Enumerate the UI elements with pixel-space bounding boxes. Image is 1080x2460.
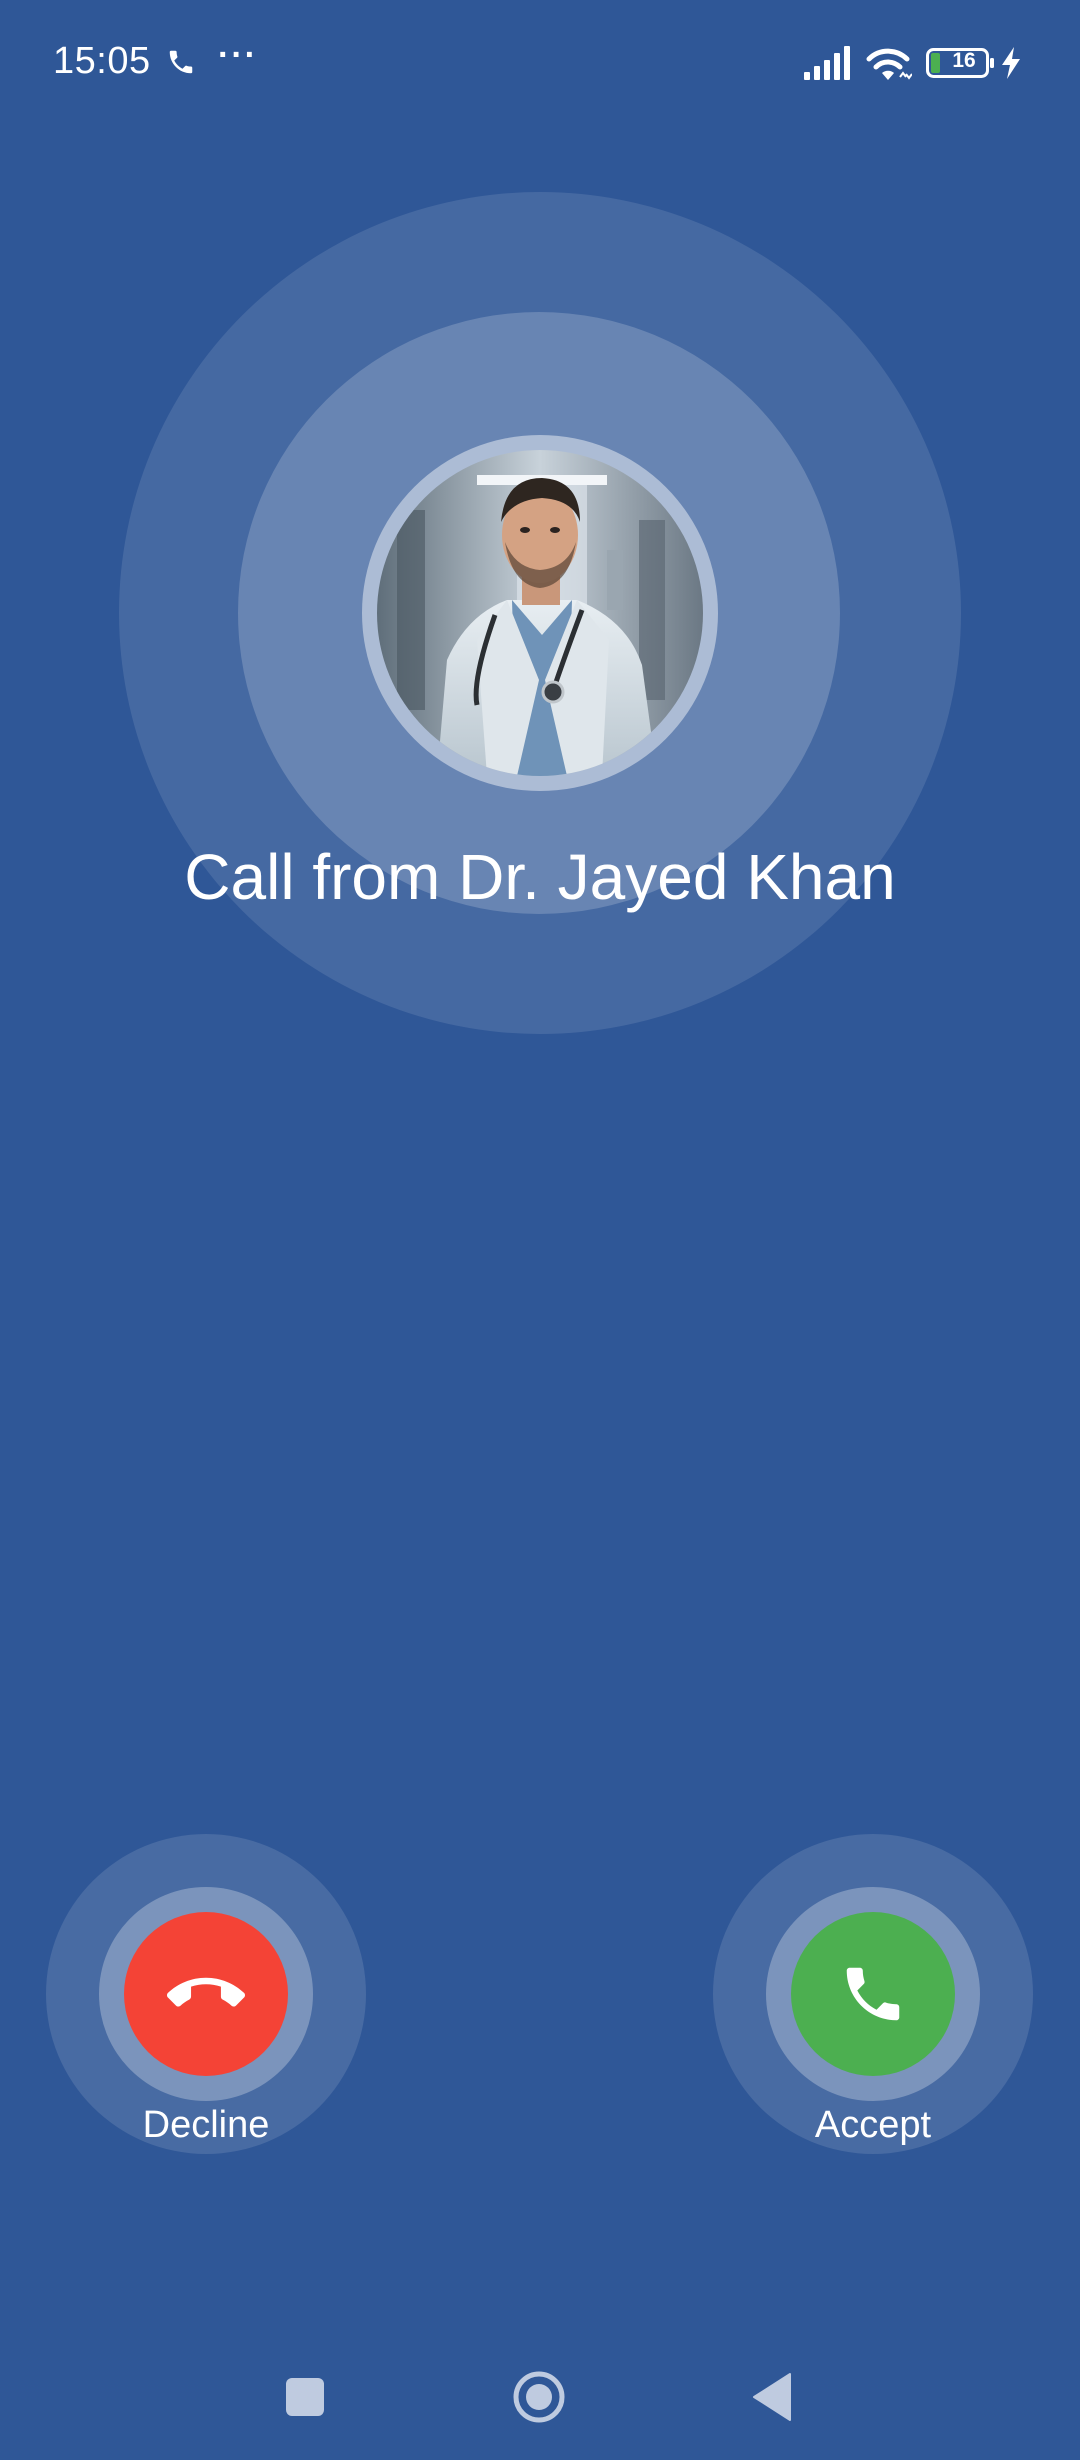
decline-button[interactable]: [124, 1912, 288, 2076]
charging-bolt-icon: [1002, 47, 1020, 79]
caller-label: Call from Dr. Jayed Khan: [184, 841, 896, 913]
phone-answer-icon: [846, 1967, 900, 2021]
accept-button[interactable]: [791, 1912, 955, 2076]
hang-up-icon: [167, 1977, 245, 2007]
status-bar: 15:05 ··· 16: [0, 0, 1080, 130]
more-notifications-indicator: ···: [218, 36, 258, 74]
phone-icon: [169, 50, 193, 74]
wifi-icon: [866, 48, 912, 80]
recents-square-icon[interactable]: [286, 2378, 324, 2416]
signal-icon: [804, 46, 850, 80]
accept-label: Accept: [814, 2104, 932, 2146]
status-time: 15:05: [53, 40, 151, 82]
back-triangle-icon[interactable]: [752, 2372, 792, 2422]
doctor-portrait-image: [377, 450, 703, 776]
home-circle-icon[interactable]: [512, 2370, 566, 2424]
decline-label: Decline: [142, 2104, 270, 2146]
caller-avatar: [377, 450, 703, 776]
battery-level-text: 16: [952, 49, 976, 72]
